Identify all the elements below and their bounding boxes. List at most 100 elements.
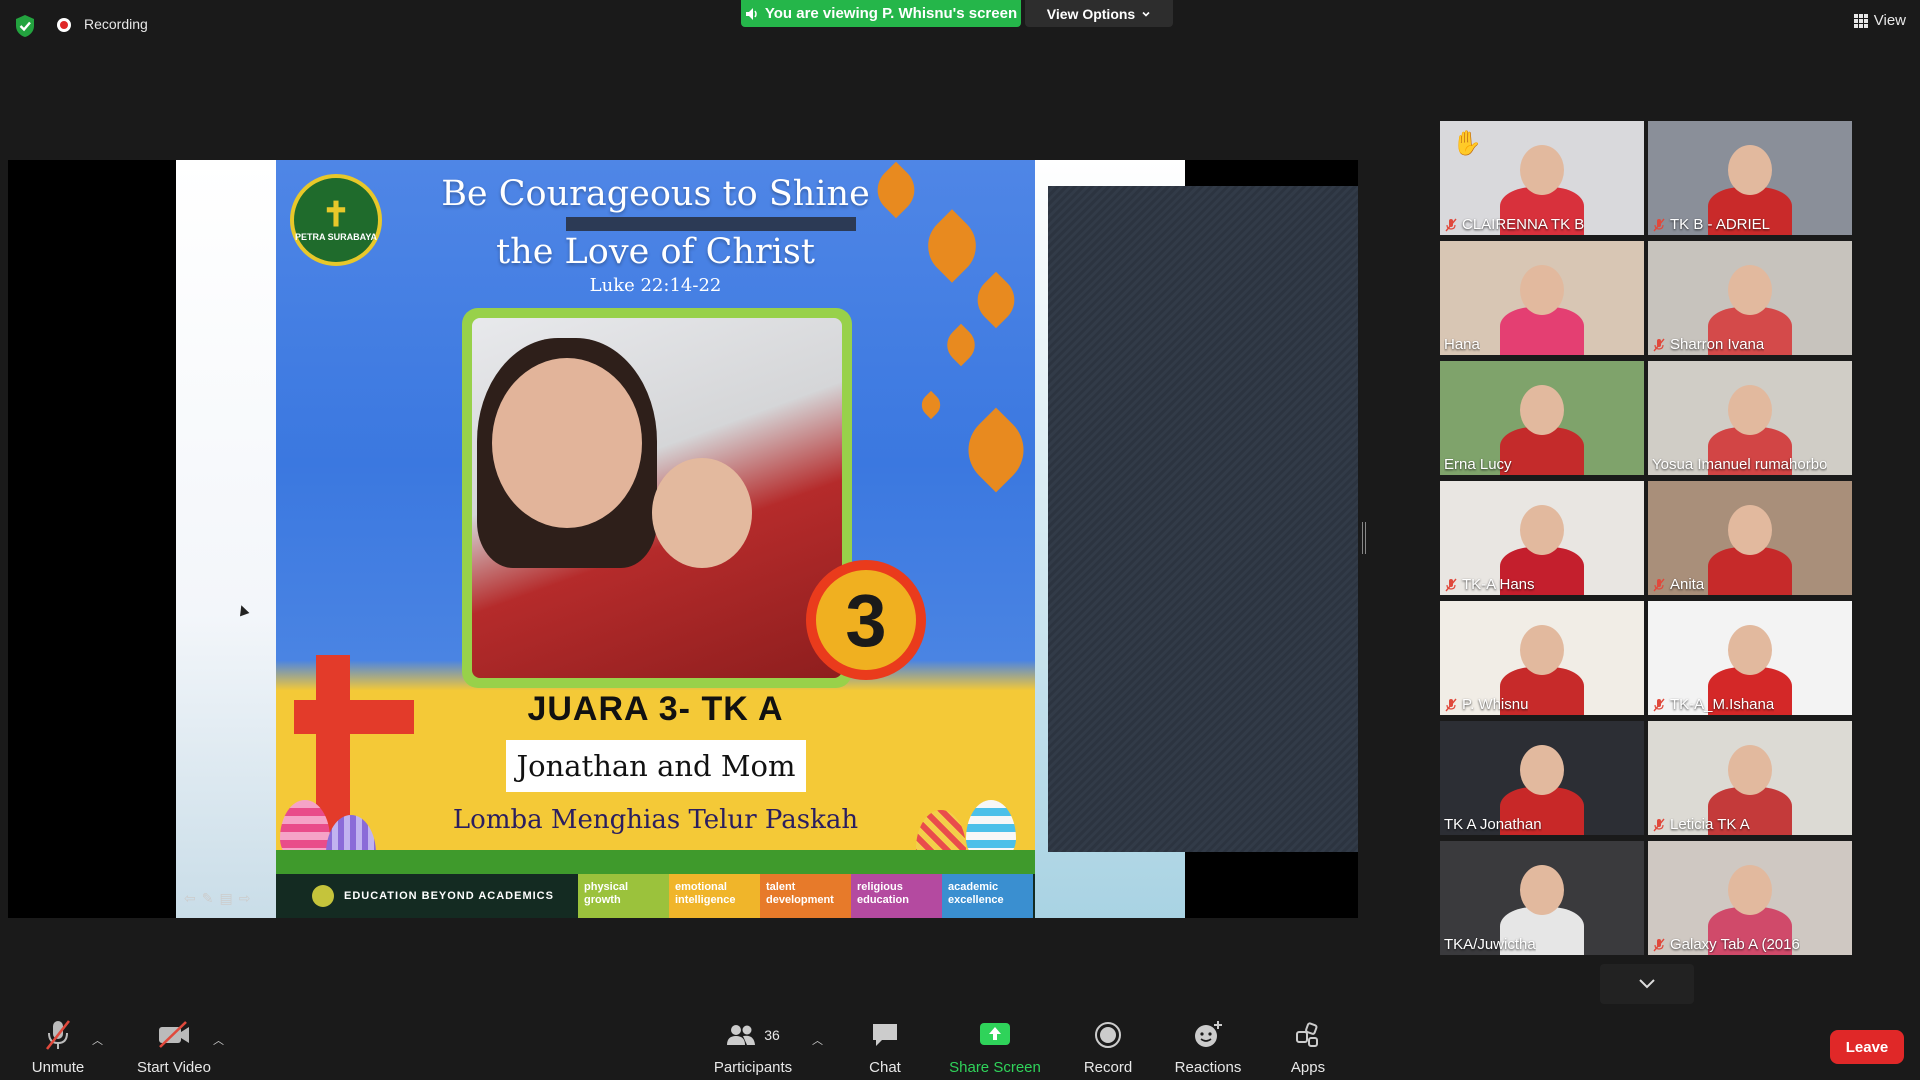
- presenter-side-panel: [1048, 186, 1358, 852]
- zoom-meeting-window: Recording You are viewing P. Whisnu's sc…: [0, 0, 1920, 1080]
- participant-name-tag: P. Whisnu: [1444, 696, 1528, 713]
- participants-options-caret-icon[interactable]: ︿: [812, 1032, 823, 1048]
- participant-tile[interactable]: Sharron Ivana: [1648, 241, 1852, 355]
- slide-left-margin: [176, 160, 276, 918]
- participant-tile[interactable]: TK-A Hans: [1440, 481, 1644, 595]
- participant-tile[interactable]: Anita: [1648, 481, 1852, 595]
- participant-name-tag: Yosua Imanuel rumahorbo: [1652, 456, 1827, 473]
- security-shield-icon[interactable]: [14, 14, 36, 38]
- participant-face: [1728, 505, 1772, 555]
- reactions-icon: [1195, 1021, 1222, 1047]
- participants-label: Participants: [713, 1059, 793, 1076]
- participant-name: CLAIRENNA TK B: [1462, 216, 1585, 233]
- participant-tile[interactable]: Erna Lucy: [1440, 361, 1644, 475]
- participant-face: [1520, 625, 1564, 675]
- participant-tile[interactable]: TK A Jonathan: [1440, 721, 1644, 835]
- start-video-button[interactable]: Start Video: [130, 1010, 218, 1080]
- panel-splitter-handle[interactable]: [1362, 522, 1366, 554]
- participant-count: 36: [764, 1027, 780, 1043]
- chat-icon: [873, 1024, 897, 1046]
- muted-microphone-icon: [1445, 698, 1457, 711]
- slides-menu-icon[interactable]: ▤: [219, 890, 232, 907]
- chevron-down-icon: [1639, 979, 1655, 989]
- participant-tile[interactable]: Leticia TK A: [1648, 721, 1852, 835]
- value-pill-line2: growth: [584, 894, 621, 906]
- winner-photo-frame: [462, 308, 852, 688]
- participant-tile[interactable]: TK-A_M.Ishana: [1648, 601, 1852, 715]
- title-redaction-bar: [566, 217, 856, 231]
- shared-screen[interactable]: ✝ PETRA SURABAYA Be Courageous to Shine …: [8, 160, 1358, 918]
- record-button[interactable]: Record: [1080, 1010, 1136, 1080]
- participants-button[interactable]: 36 Participants: [708, 1010, 798, 1080]
- participant-name: TK A Jonathan: [1444, 816, 1542, 833]
- participant-name-tag: Sharron Ivana: [1652, 336, 1764, 353]
- winner-name-ribbon: Jonathan and Mom: [506, 740, 806, 792]
- participant-name-tag: TK-A_M.Ishana: [1652, 696, 1774, 713]
- value-pill-line1: talent: [766, 881, 796, 893]
- participant-name: Erna Lucy: [1444, 456, 1512, 473]
- share-screen-button[interactable]: Share Screen: [948, 1010, 1042, 1080]
- tagline-text: EDUCATION BEYOND ACADEMICS: [344, 890, 554, 902]
- pen-icon[interactable]: ✎: [202, 890, 214, 907]
- reactions-label: Reactions: [1174, 1059, 1242, 1076]
- recording-label: Recording: [84, 16, 148, 32]
- gallery-next-page-button[interactable]: [1600, 964, 1694, 1004]
- winner-photo: [472, 318, 842, 678]
- slide-footer: EDUCATION BEYOND ACADEMICS physical growt…: [276, 874, 1035, 918]
- unmute-button[interactable]: Unmute: [22, 1010, 94, 1080]
- reactions-button[interactable]: Reactions: [1172, 1010, 1244, 1080]
- muted-microphone-icon: [1653, 938, 1665, 951]
- participant-face: [1520, 385, 1564, 435]
- view-options-button[interactable]: View Options: [1025, 0, 1173, 27]
- view-layout-button[interactable]: View: [1853, 12, 1906, 29]
- participant-name-tag: TK B - ADRIEL: [1652, 216, 1770, 233]
- participant-name: Yosua Imanuel rumahorbo: [1652, 456, 1828, 473]
- participant-tile[interactable]: TKA/Juwictha: [1440, 841, 1644, 955]
- leave-button[interactable]: Leave: [1830, 1030, 1904, 1064]
- participant-name: TK B - ADRIEL: [1670, 216, 1771, 233]
- view-label: View: [1873, 12, 1906, 29]
- participant-tile[interactable]: Galaxy Tab A (2016: [1648, 841, 1852, 955]
- slide-verse: Luke 22:14-22: [589, 275, 722, 296]
- recording-icon[interactable]: [57, 18, 71, 32]
- chat-button[interactable]: Chat: [860, 1010, 910, 1080]
- audio-options-caret-icon[interactable]: ︿: [92, 1032, 103, 1048]
- participant-name-tag: TK-A Hans: [1444, 576, 1535, 593]
- previous-slide-icon[interactable]: ⇦: [184, 890, 196, 907]
- apps-button[interactable]: Apps: [1283, 1010, 1333, 1080]
- participant-face: [1728, 625, 1772, 675]
- muted-microphone-icon: [1653, 698, 1665, 711]
- muted-microphone-icon: [1653, 578, 1665, 591]
- participant-tile[interactable]: P. Whisnu: [1440, 601, 1644, 715]
- record-icon: [1095, 1022, 1121, 1048]
- video-options-caret-icon[interactable]: ︿: [213, 1032, 224, 1048]
- participant-name: Sharron Ivana: [1670, 336, 1765, 353]
- grid-icon: [1853, 13, 1868, 28]
- meeting-toolbar: Unmute ︿ Start Video ︿ 36 Participants ︿…: [0, 1010, 1920, 1080]
- winner-name: Jonathan and Mom: [516, 749, 796, 783]
- participant-name: TKA/Juwictha: [1444, 936, 1536, 953]
- next-slide-icon[interactable]: ⇨: [239, 890, 251, 907]
- view-options-label: View Options: [1046, 5, 1136, 22]
- participant-name-tag: Hana: [1444, 336, 1480, 353]
- participant-tile[interactable]: Hana: [1440, 241, 1644, 355]
- participant-face: [1728, 145, 1772, 195]
- muted-microphone-icon: [1653, 338, 1665, 351]
- slide-title: Be Courageous to Shine the Love of Chris…: [276, 165, 1035, 281]
- participant-tile[interactable]: ✋ CLAIRENNA TK B: [1440, 121, 1644, 235]
- participant-face: [1728, 865, 1772, 915]
- slide-title-line2: the Love of Christ: [496, 232, 815, 272]
- participant-tile[interactable]: TK B - ADRIEL: [1648, 121, 1852, 235]
- photo-child: [652, 458, 752, 568]
- muted-microphone-icon: [1445, 218, 1457, 231]
- chevron-down-icon: [1142, 11, 1150, 17]
- participant-tile[interactable]: Yosua Imanuel rumahorbo: [1648, 361, 1852, 475]
- viewing-screen-banner: You are viewing P. Whisnu's screen: [741, 0, 1021, 27]
- unmute-label: Unmute: [31, 1059, 85, 1076]
- leaf-decoration: [939, 323, 983, 367]
- record-label: Record: [1083, 1059, 1133, 1076]
- tagline-logo-icon: [312, 885, 334, 907]
- participant-name: TK-A Hans: [1462, 576, 1535, 593]
- participant-face: [1728, 265, 1772, 315]
- value-pill-line2: intelligence: [675, 894, 736, 906]
